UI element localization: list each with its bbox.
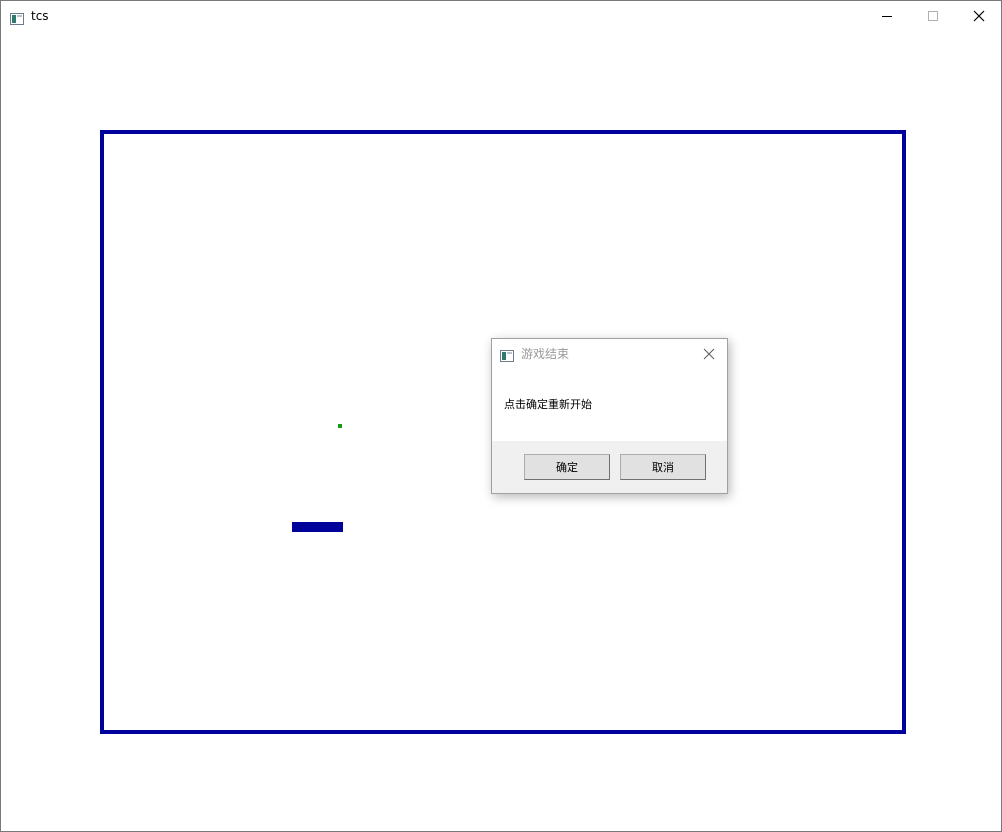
close-icon: [973, 10, 985, 22]
dialog-message: 点击确定重新开始: [504, 398, 592, 411]
minimize-button[interactable]: [864, 1, 910, 31]
snake-body: [292, 522, 343, 532]
dialog-button-bar: 确定 取消: [492, 441, 727, 493]
app-icon: [10, 10, 24, 25]
cancel-button[interactable]: 取消: [620, 454, 706, 480]
food-pellet: [338, 424, 342, 428]
dialog-title: 游戏结束: [521, 347, 570, 361]
maximize-button[interactable]: [910, 1, 956, 31]
close-icon: [703, 348, 715, 360]
maximize-icon: [928, 11, 938, 21]
dialog-app-icon: [500, 347, 514, 362]
close-button[interactable]: [956, 1, 1002, 31]
dialog-close-button[interactable]: [700, 345, 718, 363]
title-bar[interactable]: tcs: [1, 1, 1001, 31]
ok-button[interactable]: 确定: [524, 454, 610, 480]
main-window: tcs 游戏结束 点击确定重新开始 确定 取消: [0, 0, 1002, 832]
window-title: tcs: [31, 9, 49, 23]
minimize-icon: [882, 16, 892, 17]
game-over-dialog: 游戏结束 点击确定重新开始 确定 取消: [491, 338, 728, 494]
